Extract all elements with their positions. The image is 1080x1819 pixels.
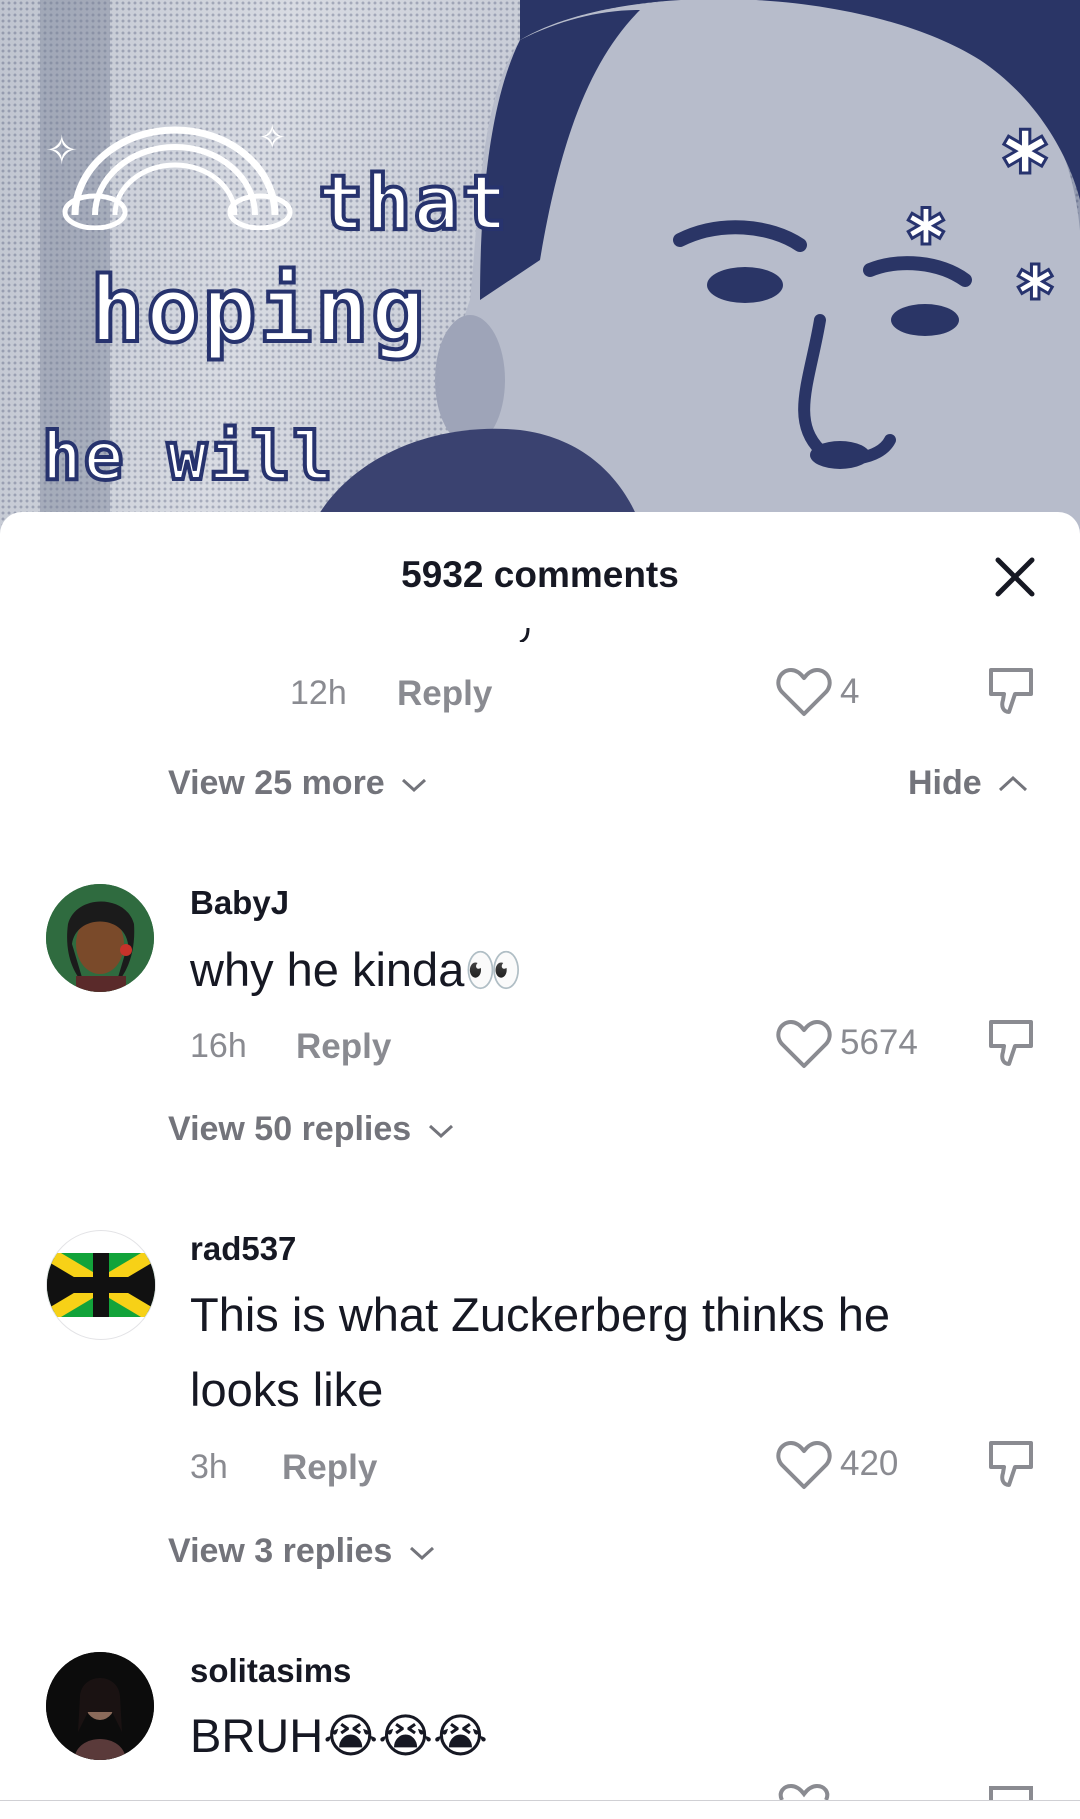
- comment-body: BRUH: [190, 1709, 324, 1762]
- chevron-up-icon: [999, 775, 1028, 792]
- view-replies-button[interactable]: View 3 replies: [168, 1532, 436, 1571]
- comment-timestamp: 3h: [190, 1448, 228, 1486]
- heart-icon[interactable]: [776, 666, 832, 718]
- hide-replies-button[interactable]: Hide: [908, 764, 1029, 803]
- eyes-emoji: 👀: [464, 943, 523, 998]
- video-caption-he-will: he will: [40, 416, 335, 497]
- avatar[interactable]: [46, 1230, 156, 1340]
- reply-timestamp: 12h: [290, 674, 347, 712]
- view-replies-label: View 50 replies: [168, 1110, 412, 1148]
- reply-button[interactable]: Reply: [282, 1448, 377, 1488]
- chevron-down-icon: [428, 1124, 453, 1139]
- dislike-icon[interactable]: [985, 1016, 1037, 1070]
- sparkle-icon: ✧: [258, 118, 287, 158]
- asterisk-sparkle-icon: ✱: [904, 197, 949, 258]
- dislike-icon[interactable]: [985, 664, 1037, 718]
- heart-icon[interactable]: [776, 1439, 832, 1491]
- comments-count-title: 5932 comments: [401, 554, 679, 595]
- comment-text: why he kinda👀: [190, 932, 523, 1008]
- comment-body-line: looks like: [190, 1363, 384, 1416]
- comment-username[interactable]: solitasims: [190, 1652, 351, 1690]
- avatar[interactable]: [46, 1652, 154, 1760]
- view-replies-label: View 3 replies: [168, 1532, 393, 1570]
- comment-input-bar-edge: [0, 1800, 1080, 1819]
- reply-button[interactable]: Reply: [397, 674, 492, 714]
- heart-icon[interactable]: [776, 1784, 832, 1800]
- dislike-icon[interactable]: [985, 1437, 1037, 1491]
- dislike-icon[interactable]: [985, 1784, 1037, 1800]
- video-caption-that: that: [316, 156, 510, 249]
- comment-timestamp: 16h: [190, 1027, 247, 1065]
- hide-label: Hide: [908, 764, 982, 802]
- view-replies-button[interactable]: View 50 replies: [168, 1110, 455, 1149]
- asterisk-sparkle-icon: ✱: [1013, 254, 1056, 313]
- like-count: 4: [840, 672, 860, 711]
- comment-text: This is what Zuckerberg thinks he looks …: [190, 1277, 890, 1427]
- sparkle-icon: ✧: [45, 128, 79, 174]
- comment-username[interactable]: rad537: [190, 1230, 296, 1268]
- view-more-replies-button[interactable]: View 25 more: [168, 764, 428, 803]
- chevron-down-icon: [402, 778, 427, 793]
- view-more-label: View 25 more: [168, 764, 385, 802]
- comment-text: BRUH😭😭😭: [190, 1698, 488, 1774]
- avatar[interactable]: [46, 884, 154, 992]
- crying-emoji: 😭😭😭: [323, 1709, 488, 1764]
- comments-sheet: 5932 comments 12h Reply 4 View 25 more H…: [0, 512, 1080, 1819]
- like-count: 420: [840, 1444, 899, 1483]
- comment-username[interactable]: BabyJ: [190, 884, 289, 922]
- heart-icon[interactable]: [776, 1018, 832, 1070]
- comment-body: why he kinda: [190, 943, 465, 996]
- comment-body-line: This is what Zuckerberg thinks he: [190, 1288, 891, 1341]
- asterisk-sparkle-icon: ✱: [998, 117, 1051, 190]
- reply-button[interactable]: Reply: [296, 1027, 391, 1067]
- close-icon[interactable]: [988, 550, 1042, 604]
- video-caption-hoping: hoping: [88, 256, 428, 365]
- chevron-down-icon: [409, 1546, 434, 1561]
- clipped-reply-text: [516, 620, 546, 642]
- like-count: 5674: [840, 1023, 918, 1062]
- video-background[interactable]: ✧ ✧ ✱ ✱ ✱ that hoping he will: [0, 0, 1080, 560]
